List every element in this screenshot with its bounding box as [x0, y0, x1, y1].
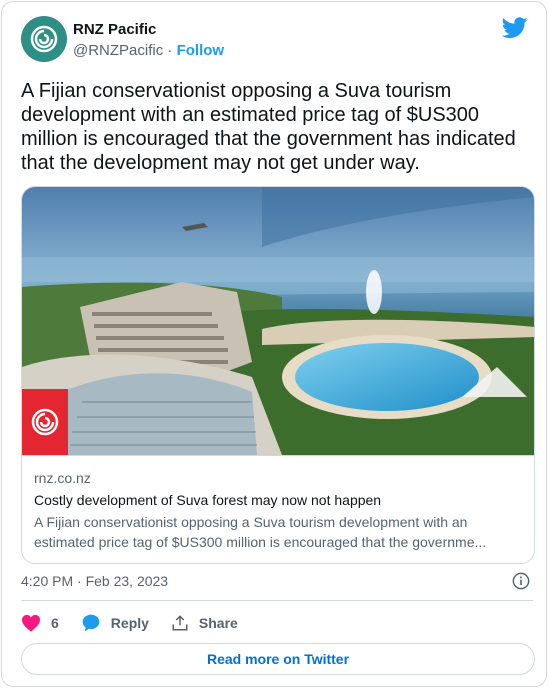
separator: ·: [167, 42, 173, 59]
heart-icon: [22, 614, 40, 632]
like-count: 6: [51, 615, 59, 631]
author-name[interactable]: RNZ Pacific: [73, 21, 156, 38]
author-handle-row: @RNZPacific · Follow: [73, 42, 224, 59]
link-domain: rnz.co.nz: [34, 470, 91, 486]
tweet-timestamp[interactable]: 4:20 PM · Feb 23, 2023: [21, 573, 168, 589]
rnz-badge: [22, 389, 68, 455]
share-label: Share: [198, 615, 238, 631]
divider: [21, 600, 533, 601]
read-more-button[interactable]: Read more on Twitter: [21, 643, 535, 675]
reply-label: Reply: [110, 615, 149, 631]
rnz-logo-icon: [30, 25, 58, 53]
link-description: A Fijian conservationist opposing a Suva…: [34, 512, 524, 552]
link-description-line: estimated price tag of $US300 million is…: [34, 534, 487, 550]
rnz-logo-icon: [31, 408, 59, 436]
reply-bubble-icon: [82, 614, 100, 632]
author-handle[interactable]: @RNZPacific: [73, 42, 163, 59]
share-button[interactable]: Share: [171, 614, 238, 632]
tweet-text: A Fijian conservationist opposing a Suva…: [21, 80, 516, 174]
link-card[interactable]: rnz.co.nz Costly development of Suva for…: [21, 186, 535, 564]
link-info[interactable]: rnz.co.nz Costly development of Suva for…: [22, 455, 534, 563]
tweet-card: RNZ Pacific @RNZPacific · Follow A Fijia…: [1, 1, 547, 687]
link-description-line: A Fijian conservationist opposing a Suva…: [34, 514, 468, 530]
like-button[interactable]: 6: [21, 614, 59, 632]
twitter-bird-icon[interactable]: [502, 17, 528, 39]
reply-button[interactable]: Reply: [81, 613, 149, 633]
link-title: Costly development of Suva forest may no…: [34, 492, 382, 508]
info-icon[interactable]: [512, 572, 530, 590]
resort-rendering-image: [22, 187, 534, 455]
avatar[interactable]: [21, 16, 67, 62]
share-icon: [172, 615, 188, 631]
action-bar: 6 Reply Share: [21, 611, 260, 635]
follow-button[interactable]: Follow: [177, 42, 225, 59]
